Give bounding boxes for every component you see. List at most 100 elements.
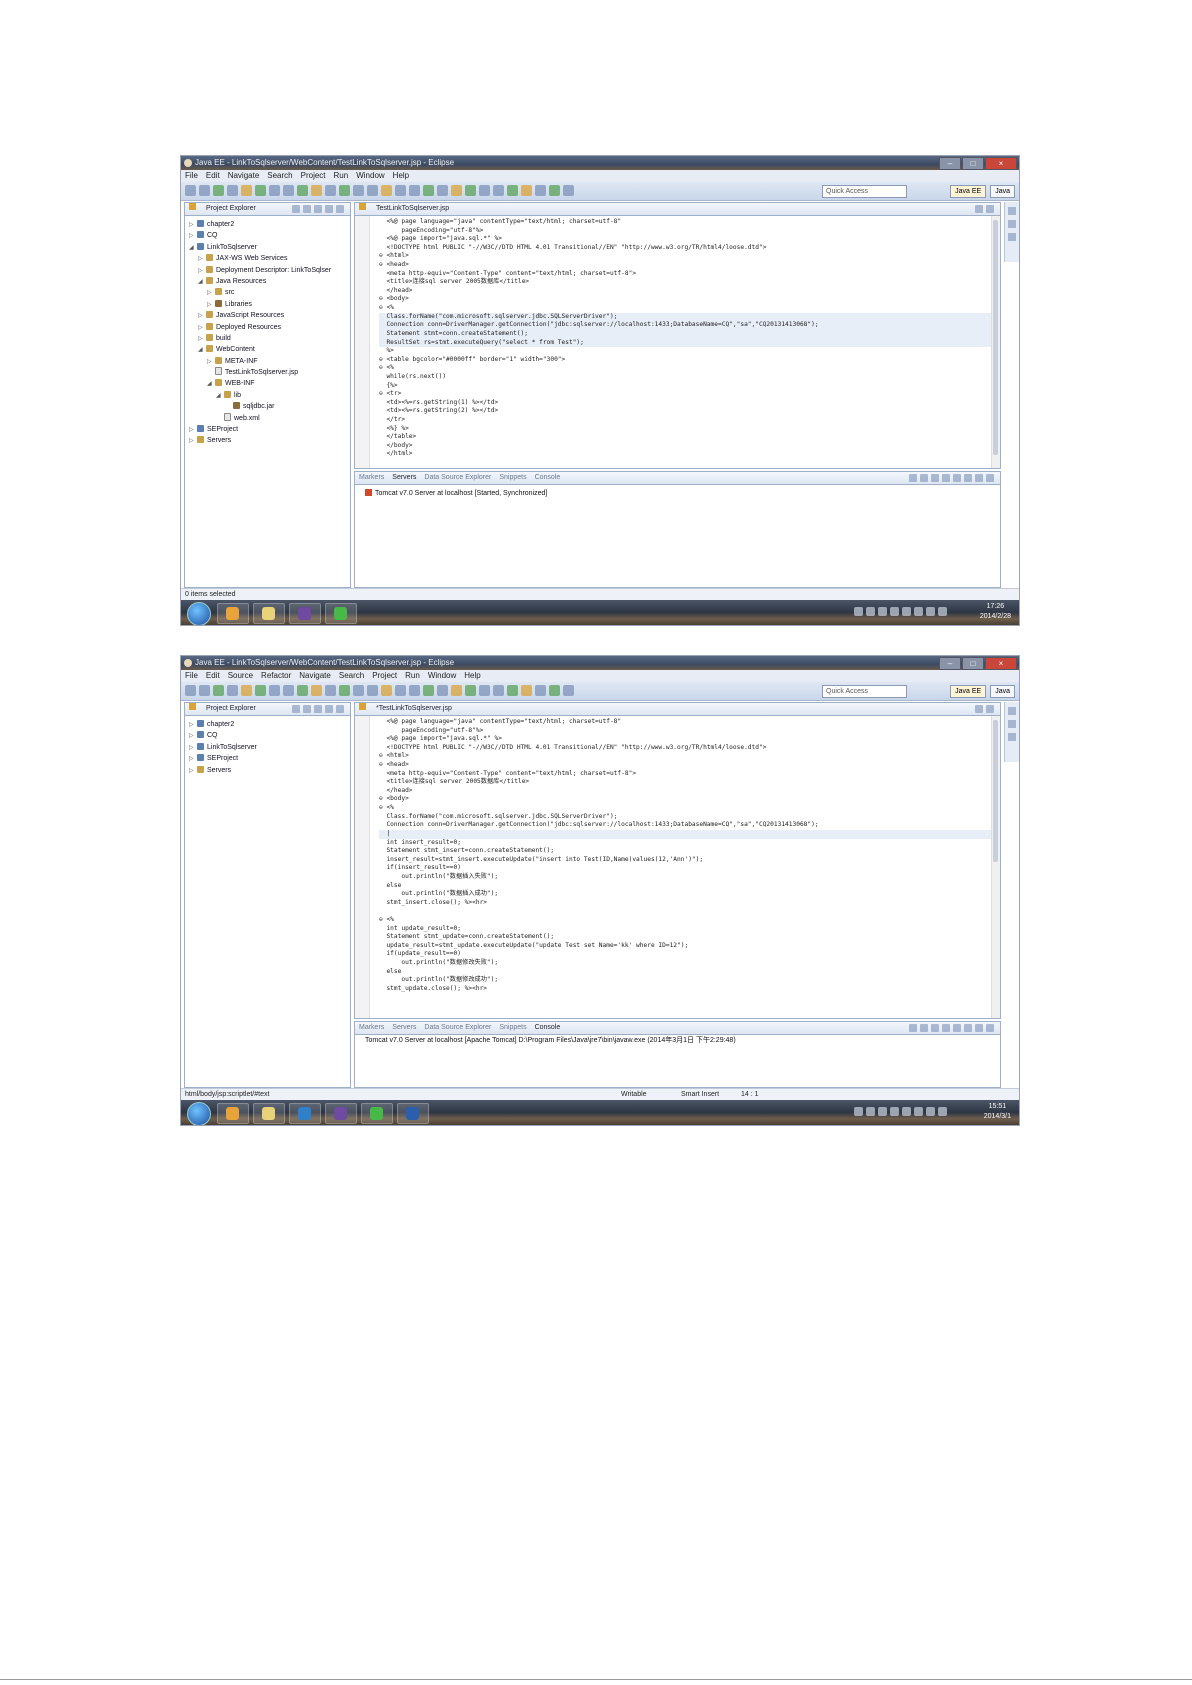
view-menu-icon[interactable] [314, 705, 322, 713]
tab-markers[interactable]: Markers [359, 472, 384, 484]
tree-node-lib[interactable]: ◢ lib [185, 390, 350, 401]
taskbar-app[interactable] [289, 1103, 321, 1124]
menu-item-refactor[interactable]: Refactor [261, 670, 291, 682]
tray-icon-2[interactable] [866, 1107, 875, 1116]
taskbar-app[interactable] [217, 1103, 249, 1124]
save-icon[interactable] [199, 685, 210, 696]
tab-data-source-explorer[interactable]: Data Source Explorer [424, 472, 491, 484]
synchronize-icon[interactable] [521, 185, 532, 196]
palette-icon[interactable] [1008, 233, 1016, 241]
close-button[interactable]: × [985, 157, 1017, 170]
quick-access-input[interactable]: Quick Access [822, 185, 907, 198]
synchronize-icon[interactable] [521, 685, 532, 696]
start-server-icon[interactable] [909, 1024, 917, 1032]
tab-data-source-explorer[interactable]: Data Source Explorer [424, 1022, 491, 1034]
deploy-icon[interactable] [493, 685, 504, 696]
settings-icon[interactable] [465, 185, 476, 196]
maximize-view-icon[interactable] [986, 205, 994, 213]
debug-server-icon[interactable] [920, 1024, 928, 1032]
tab-console[interactable]: Console [535, 472, 561, 484]
tray-icon-3[interactable] [878, 607, 887, 616]
menu-item-edit[interactable]: Edit [206, 170, 220, 182]
run-icon[interactable] [255, 685, 266, 696]
open-type-icon[interactable] [339, 185, 350, 196]
maximize-view-icon[interactable] [336, 205, 344, 213]
back-icon[interactable] [311, 685, 322, 696]
history-icon[interactable] [479, 185, 490, 196]
deploy-icon[interactable] [493, 185, 504, 196]
taskbar-app[interactable] [253, 1103, 285, 1124]
scrollbar-thumb[interactable] [993, 220, 998, 455]
tab-snippets[interactable]: Snippets [499, 472, 526, 484]
perspective-java-ee[interactable]: Java EE [950, 185, 987, 198]
taskbar-app[interactable] [253, 603, 285, 624]
tree-node-chapter2[interactable]: ▷ chapter2 [185, 719, 350, 730]
console-header[interactable]: Tomcat v7.0 Server at localhost [Apache … [355, 1035, 1000, 1046]
search-icon[interactable] [297, 685, 308, 696]
code-text[interactable]: <%@ page language="java" contentType="te… [355, 716, 1000, 1018]
tray-icon-3[interactable] [878, 1107, 887, 1116]
stop-server-icon[interactable] [942, 1024, 950, 1032]
debug-icon[interactable] [241, 185, 252, 196]
tree-node-seproject[interactable]: ▷ SEProject [185, 424, 350, 435]
server-entry[interactable]: Tomcat v7.0 Server at localhost [Started… [355, 488, 1000, 499]
volume-icon[interactable] [914, 1107, 923, 1116]
terminal-icon[interactable] [563, 185, 574, 196]
editor-tab[interactable]: *TestLinkToSqlserver.jsp [355, 703, 1000, 716]
settings-icon[interactable] [465, 685, 476, 696]
tree-node-servers[interactable]: ▷ Servers [185, 765, 350, 776]
tree-node-java-resources[interactable]: ◢ Java Resources [185, 276, 350, 287]
save-icon[interactable] [199, 185, 210, 196]
coverage-icon[interactable] [535, 185, 546, 196]
view-menu-icon[interactable] [964, 1024, 972, 1032]
tree-node-linktosqlserver[interactable]: ▷ LinkToSqlserver [185, 742, 350, 753]
new-icon[interactable] [185, 185, 196, 196]
view-menu-icon[interactable] [964, 474, 972, 482]
tab-servers[interactable]: Servers [392, 472, 416, 484]
profile-server-icon[interactable] [931, 474, 939, 482]
next-annotation-icon[interactable] [381, 685, 392, 696]
run-icon[interactable] [255, 185, 266, 196]
open-task-icon[interactable] [353, 685, 364, 696]
minimize-view-icon[interactable] [975, 705, 983, 713]
tree-node-web-inf[interactable]: ◢ WEB-INF [185, 378, 350, 389]
taskbar-app[interactable] [289, 603, 321, 624]
tree-node-jax-ws-web-services[interactable]: ▷ JAX-WS Web Services [185, 253, 350, 264]
menu-item-navigate[interactable]: Navigate [228, 170, 260, 182]
new-icon[interactable] [185, 685, 196, 696]
perspective-java[interactable]: Java [990, 185, 1015, 198]
menu-item-search[interactable]: Search [339, 670, 364, 682]
tab-markers[interactable]: Markers [359, 1022, 384, 1034]
taskbar-clock[interactable]: 15:51 2014/3/1 [984, 1102, 1011, 1122]
tree-node-seproject[interactable]: ▷ SEProject [185, 753, 350, 764]
menu-item-search[interactable]: Search [267, 170, 292, 182]
flag-icon[interactable] [926, 607, 935, 616]
link-editor-icon[interactable] [303, 705, 311, 713]
last-edit-icon[interactable] [409, 685, 420, 696]
publish-icon[interactable] [953, 1024, 961, 1032]
print-icon[interactable] [213, 185, 224, 196]
perspective-java-ee[interactable]: Java EE [950, 685, 987, 698]
tray-icon-4[interactable] [890, 1107, 899, 1116]
network-icon[interactable] [902, 1107, 911, 1116]
history-icon[interactable] [479, 685, 490, 696]
taskbar-app[interactable] [217, 603, 249, 624]
menu-item-file[interactable]: File [185, 170, 198, 182]
outline-icon[interactable] [1008, 207, 1016, 215]
taskbar-app[interactable] [325, 1103, 357, 1124]
maximize-view-icon[interactable] [336, 705, 344, 713]
taskbar-clock[interactable]: 17:26 2014/2/28 [980, 602, 1011, 622]
tray-icon-1[interactable] [854, 1107, 863, 1116]
tab-servers[interactable]: Servers [392, 1022, 416, 1034]
debug-icon[interactable] [241, 685, 252, 696]
print-icon[interactable] [213, 685, 224, 696]
external-tools-icon[interactable] [437, 185, 448, 196]
quick-access-input[interactable]: Quick Access [822, 685, 907, 698]
battery-icon[interactable] [938, 607, 947, 616]
flag-icon[interactable] [926, 1107, 935, 1116]
refresh-icon[interactable] [367, 685, 378, 696]
back-icon[interactable] [311, 185, 322, 196]
tree-node-web-xml[interactable]: web.xml [185, 412, 350, 424]
tree-node-build[interactable]: ▷ build [185, 333, 350, 344]
pin-icon[interactable] [423, 685, 434, 696]
